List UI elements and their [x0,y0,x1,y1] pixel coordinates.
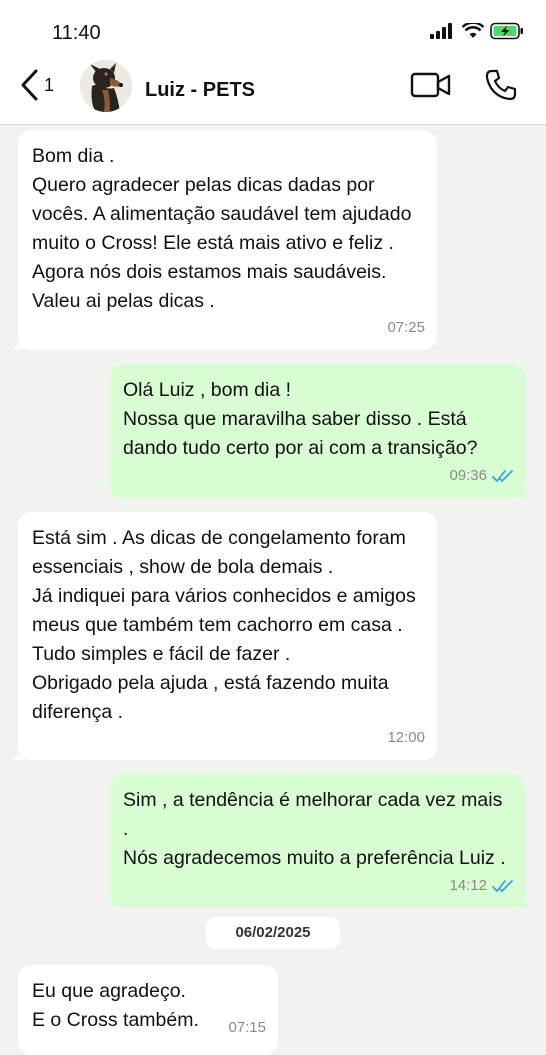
video-camera-icon [410,72,451,98]
message-time: 14:12 [449,871,514,900]
message-time: 07:15 [228,1013,266,1042]
status-bar: 11:40 [0,0,546,60]
date-separator: 06/02/2025 [206,917,340,949]
signal-icon [430,23,452,39]
message-list[interactable]: Bom dia . Quero agradecer pelas dicas da… [0,125,546,1055]
bubble-tail [12,340,24,350]
wifi-icon [462,23,484,38]
message-bubble-incoming[interactable]: Está sim . As dicas de congelamento fora… [12,512,437,760]
message-timestamp: 14:12 [449,877,487,894]
message-bubble-outgoing[interactable]: Sim , a tendência é melhorar cada vez ma… [109,774,532,908]
bubble-tail [12,750,24,760]
battery-charging-icon [490,22,523,40]
bubble-tail [520,488,532,498]
message-bubble-incoming[interactable]: Eu que agradeço. E o Cross também. 07:15 [18,965,278,1055]
message-text: Sim , a tendência é melhorar cada vez ma… [123,789,506,869]
message-text: Bom dia . Quero agradecer pelas dicas da… [32,145,412,312]
message-bubble-incoming[interactable]: Bom dia . Quero agradecer pelas dicas da… [12,130,437,350]
unread-count: 1 [44,74,55,95]
dog-avatar-icon [80,60,132,112]
status-icons [430,22,524,40]
bubble-tail [520,898,532,908]
message-timestamp: 07:25 [387,319,425,336]
message-timestamp: 09:36 [449,467,487,484]
message-timestamp: 07:15 [228,1019,266,1036]
chat-header: 1 Luiz - PETS [0,60,546,125]
message-time: 09:36 [449,461,514,490]
double-check-read-icon [492,469,513,482]
voice-call-button[interactable] [484,68,518,102]
back-button[interactable]: 1 [18,68,54,102]
contact-avatar[interactable] [80,60,132,112]
chevron-left-icon [21,69,38,101]
contact-name[interactable]: Luiz - PETS [145,79,255,102]
message-time: 12:00 [387,723,425,752]
phone-icon [485,69,517,101]
double-check-read-icon [492,879,513,892]
video-call-button[interactable] [410,70,452,100]
message-text: Olá Luiz , bom dia ! Nossa que maravilha… [123,379,478,459]
message-text: Está sim . As dicas de congelamento fora… [32,527,416,723]
message-bubble-outgoing[interactable]: Olá Luiz , bom dia ! Nossa que maravilha… [109,364,532,498]
status-time: 11:40 [52,22,101,44]
message-timestamp: 12:00 [387,729,425,746]
message-time: 07:25 [387,313,425,342]
